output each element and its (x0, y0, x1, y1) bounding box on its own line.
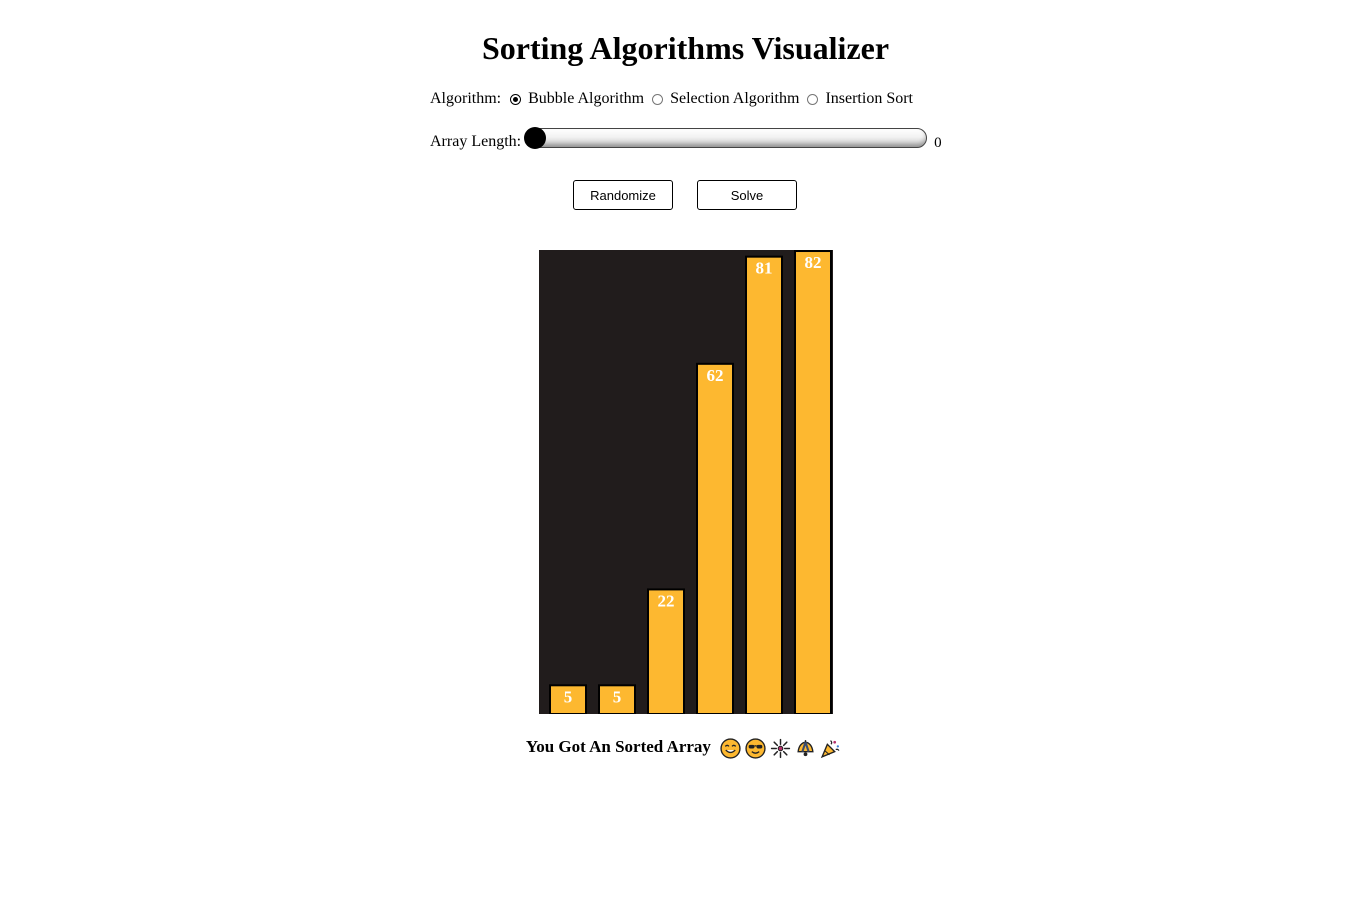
bar-value-label: 81 (756, 259, 773, 278)
page: Sorting Algorithms Visualizer Algorithm:… (0, 0, 1371, 912)
array-length-value: 0 (934, 134, 942, 151)
radio-insertion-sort[interactable]: Insertion Sort (807, 90, 913, 108)
algorithm-selector: Algorithm: Bubble Algorithm Selection Al… (430, 87, 921, 111)
array-length-slider[interactable] (524, 127, 928, 149)
bar (696, 362, 734, 714)
radio-label-insertion: Insertion Sort (825, 90, 913, 107)
result-emoji-row (720, 737, 845, 759)
slider-thumb[interactable] (524, 127, 547, 149)
bar-chart-svg: 5 5 22 62 81 82 (549, 250, 832, 714)
result-text: You Got An Sorted Array (525, 737, 711, 756)
bar-value-label: 62 (707, 366, 724, 385)
page-title: Sorting Algorithms Visualizer (481, 30, 890, 66)
bar-value-label: 5 (564, 687, 573, 706)
radio-selection-algorithm[interactable]: Selection Algorithm (652, 90, 799, 108)
radio-bubble-algorithm[interactable]: Bubble Algorithm (510, 90, 644, 108)
solve-button[interactable]: Solve (697, 180, 797, 210)
algorithm-label: Algorithm: (430, 90, 502, 107)
slider-track[interactable] (527, 128, 928, 148)
sunglasses-face-icon (745, 737, 766, 759)
bell-icon (797, 739, 814, 756)
radio-button-selection[interactable] (652, 93, 664, 105)
party-popper-icon (821, 739, 840, 758)
smiling-face-icon (720, 737, 741, 759)
radio-button-insertion[interactable] (807, 93, 819, 105)
array-length-control: Array Length: 0 (430, 127, 942, 156)
bar-chart: 5 5 22 62 81 82 (539, 250, 833, 714)
bar (745, 255, 783, 714)
randomize-button[interactable]: Randomize (573, 180, 673, 210)
radio-label-bubble: Bubble Algorithm (528, 90, 645, 107)
bar-value-label: 5 (613, 687, 622, 706)
radio-label-selection: Selection Algorithm (670, 90, 800, 107)
fireworks-icon (771, 738, 791, 758)
radio-button-bubble[interactable] (510, 93, 522, 105)
bar-value-label: 22 (658, 591, 675, 610)
bar-value-label: 82 (805, 253, 822, 272)
bar (794, 250, 832, 714)
result-message: You Got An Sorted Array (0, 735, 1371, 759)
array-length-label: Array Length: (430, 133, 522, 150)
